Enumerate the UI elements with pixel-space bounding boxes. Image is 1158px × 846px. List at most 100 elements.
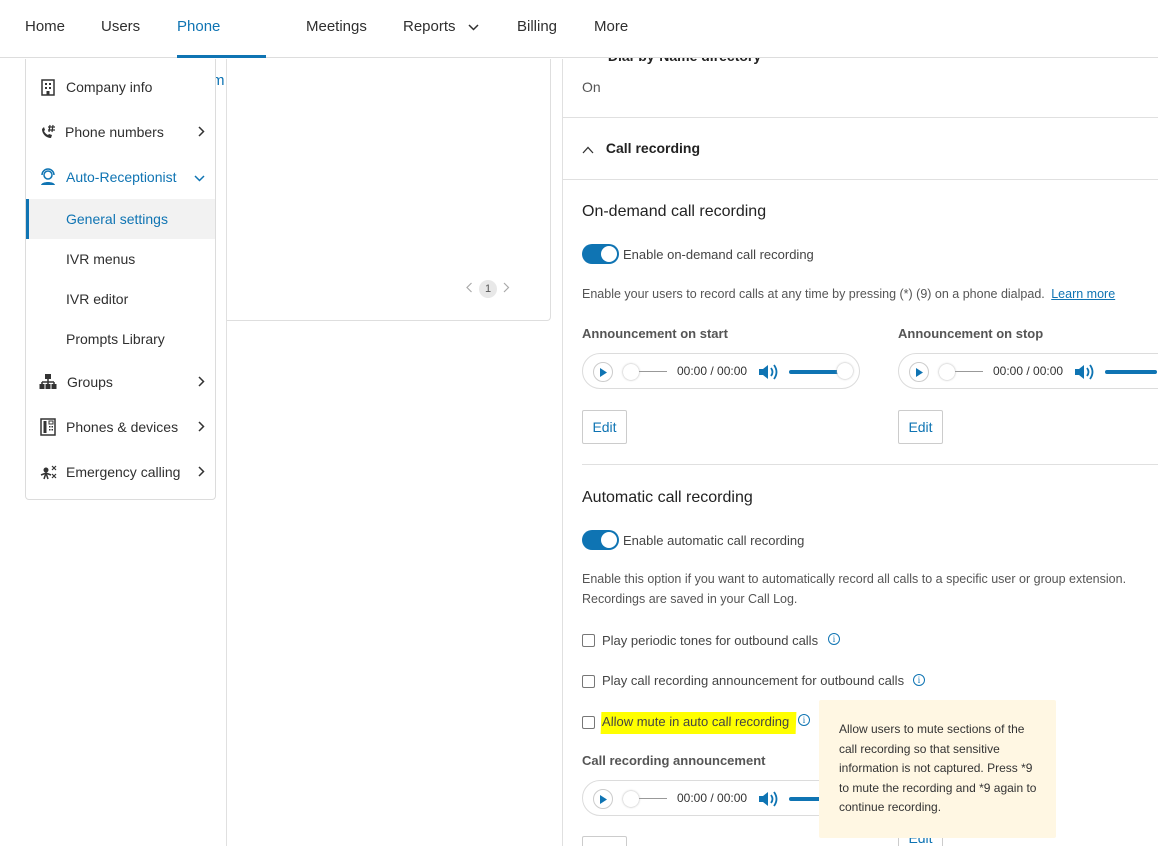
- sidebar-subitem-ivr-editor[interactable]: IVR editor: [26, 279, 215, 319]
- nav-reports[interactable]: Reports: [403, 0, 479, 58]
- sidebar-item-company-info[interactable]: Company info: [26, 67, 215, 107]
- sidebar-item-label: Phones & devices: [66, 419, 179, 435]
- audio-player-start: 00:00 / 00:00: [582, 353, 860, 389]
- on-demand-heading: On-demand call recording: [582, 203, 767, 220]
- sidebar-subitem-label: IVR editor: [66, 291, 129, 307]
- progress-handle[interactable]: [939, 364, 955, 380]
- sidebar-subitem-label: Prompts Library: [66, 331, 165, 347]
- edit-announcement-clip: [582, 836, 628, 846]
- page-number[interactable]: 1: [479, 280, 497, 298]
- chevron-right-icon: [198, 464, 205, 480]
- phone-hash-icon: [39, 123, 57, 141]
- on-demand-toggle[interactable]: [582, 244, 619, 264]
- volume-slider[interactable]: [1105, 370, 1157, 374]
- sidebar-subitem-label: General settings: [66, 211, 168, 227]
- volume-slider[interactable]: [789, 797, 822, 801]
- periodic-tones-label: Play periodic tones for outbound calls: [602, 633, 819, 648]
- automatic-toggle-label: Enable automatic call recording: [623, 533, 805, 548]
- allow-mute-tooltip: Allow users to mute sections of the call…: [819, 700, 1056, 838]
- play-icon[interactable]: [593, 362, 613, 382]
- on-demand-description: Enable your users to record calls at any…: [582, 287, 1115, 301]
- chevron-right-icon: [198, 419, 205, 435]
- divider: [563, 179, 1158, 180]
- automatic-toggle[interactable]: [582, 530, 619, 550]
- org-chart-icon: [39, 373, 57, 391]
- sidebar-item-phone-numbers[interactable]: Phone numbers: [26, 112, 215, 152]
- audio-player-announcement: 00:00 / 00:00: [582, 780, 822, 816]
- volume-icon[interactable]: [757, 789, 779, 814]
- nav-reports-label: Reports: [403, 18, 456, 35]
- section-title: Call recording: [605, 140, 701, 156]
- sidebar-item-groups[interactable]: Groups: [26, 362, 215, 402]
- divider: [563, 117, 1158, 118]
- pagination: 1: [466, 280, 510, 298]
- chevron-right-icon[interactable]: [503, 282, 510, 296]
- sidebar-item-label: Groups: [67, 374, 113, 390]
- announcement-outbound-label: Play call recording announcement for out…: [602, 673, 905, 688]
- sidebar-item-label: Emergency calling: [66, 464, 181, 480]
- chevron-up-icon: [582, 141, 594, 157]
- edit-stop-button[interactable]: Edit: [898, 410, 943, 444]
- volume-handle[interactable]: [837, 363, 853, 379]
- nav-meetings[interactable]: Meetings: [306, 0, 367, 58]
- top-navigation: Home Users Phone system Meetings Reports…: [0, 0, 1158, 89]
- chevron-left-icon[interactable]: [466, 282, 473, 296]
- allow-mute-label: Allow mute in auto call recording: [600, 712, 797, 734]
- desk-phone-icon: [39, 418, 57, 436]
- learn-more-link[interactable]: Learn more: [1051, 287, 1115, 301]
- edit-announcement-button[interactable]: [582, 836, 627, 846]
- chevron-right-icon: [198, 124, 205, 140]
- volume-slider[interactable]: [789, 370, 841, 374]
- nav-home[interactable]: Home: [25, 0, 65, 58]
- nav-more[interactable]: More: [594, 0, 628, 58]
- announcement-outbound-checkbox[interactable]: [582, 675, 595, 688]
- chevron-down-icon: [468, 0, 479, 54]
- sidebar-item-emergency-calling[interactable]: Emergency calling: [26, 452, 215, 492]
- player-time: 00:00 / 00:00: [677, 791, 748, 805]
- sidebar-subitem-label: IVR menus: [66, 251, 136, 267]
- volume-icon[interactable]: [757, 362, 779, 387]
- automatic-description-line2: Recordings are saved in your Call Log.: [582, 592, 798, 606]
- audio-player-announcement-clip: 00:00 / 00:00: [582, 780, 822, 818]
- sidebar-item-label: Phone numbers: [65, 124, 164, 140]
- sidebar-item-label: Company info: [66, 79, 153, 95]
- sidebar-subitem-general-settings[interactable]: General settings: [26, 199, 215, 239]
- info-icon[interactable]: i: [798, 714, 810, 726]
- emergency-icon: [39, 463, 57, 481]
- periodic-tones-checkbox[interactable]: [582, 634, 595, 647]
- building-icon: [39, 78, 57, 96]
- automatic-description-line1: Enable this option if you want to automa…: [582, 572, 1127, 586]
- nav-phone-system[interactable]: Phone system: [177, 0, 266, 89]
- sidebar-subitem-prompts-library[interactable]: Prompts Library: [26, 319, 215, 359]
- automatic-heading: Automatic call recording: [582, 489, 753, 506]
- play-icon[interactable]: [593, 789, 613, 809]
- dial-by-name-value: On: [582, 79, 601, 95]
- sidebar-item-phones-devices[interactable]: Phones & devices: [26, 407, 215, 447]
- on-demand-toggle-label: Enable on-demand call recording: [623, 247, 814, 262]
- volume-icon[interactable]: [1073, 362, 1095, 387]
- call-recording-announcement-label: Call recording announcement: [582, 753, 766, 768]
- sidebar-item-auto-receptionist[interactable]: Auto-Receptionist: [26, 157, 215, 197]
- tooltip-text: Allow users to mute sections of the call…: [839, 722, 1037, 814]
- info-icon[interactable]: i: [913, 674, 925, 686]
- sidebar-subitem-ivr-menus[interactable]: IVR menus: [26, 239, 215, 279]
- audio-player-stop: 00:00 / 00:00: [898, 353, 1158, 389]
- player-time: 00:00 / 00:00: [993, 364, 1064, 378]
- announcement-start-label: Announcement on start: [582, 326, 728, 341]
- receptionist-icon: [39, 168, 57, 186]
- audio-player-stop-clip: 00:00 / 00:00: [898, 353, 1158, 391]
- info-icon[interactable]: i: [828, 633, 840, 645]
- call-recording-header[interactable]: Call recording: [582, 140, 700, 157]
- description-text: Enable your users to record calls at any…: [582, 287, 1045, 301]
- nav-billing[interactable]: Billing: [517, 0, 557, 58]
- sidebar-item-label: Auto-Receptionist: [66, 169, 177, 185]
- nav-users[interactable]: Users: [101, 0, 140, 58]
- edit-start-button[interactable]: Edit: [582, 410, 627, 444]
- allow-mute-checkbox[interactable]: [582, 716, 595, 729]
- progress-handle[interactable]: [623, 364, 639, 380]
- play-icon[interactable]: [909, 362, 929, 382]
- divider: [582, 464, 1158, 465]
- sidebar: Company info Phone numbers Auto-Receptio…: [25, 59, 216, 500]
- chevron-right-icon: [198, 374, 205, 390]
- progress-handle[interactable]: [623, 791, 639, 807]
